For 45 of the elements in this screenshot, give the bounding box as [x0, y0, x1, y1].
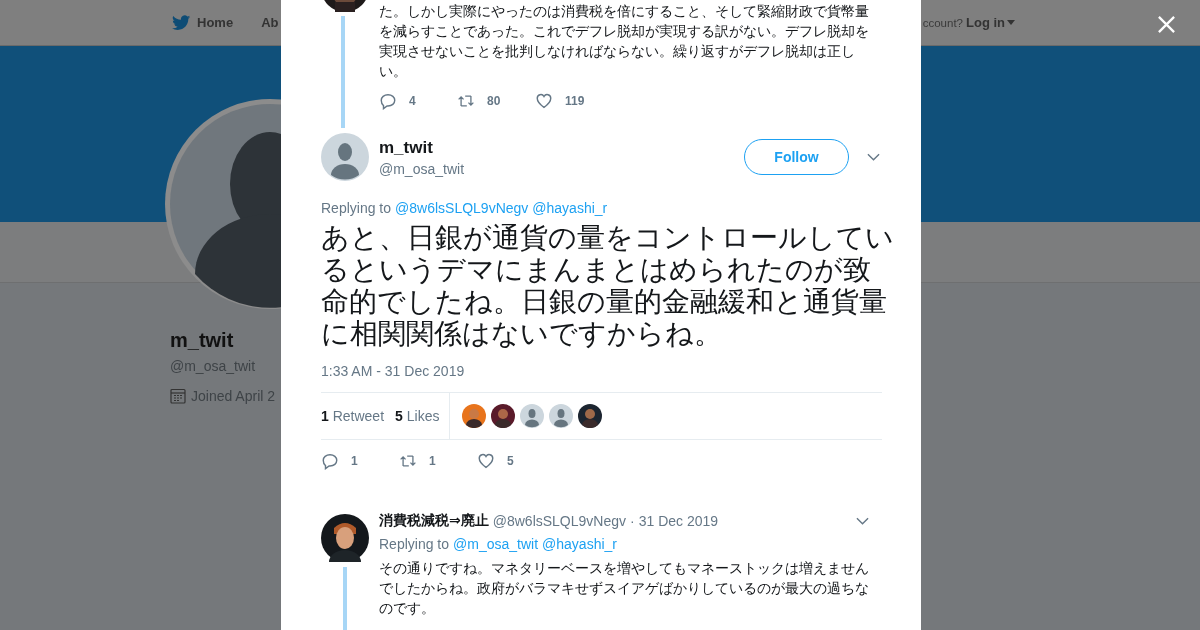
action-count: 5: [507, 454, 514, 468]
follow-button[interactable]: Follow: [744, 139, 849, 175]
account-prompt: ccount?: [922, 16, 963, 29]
user-handle[interactable]: @8w6lsSLQL9vNegv: [492, 513, 626, 529]
bird-icon: [172, 14, 191, 31]
tweet-date[interactable]: 31 Dec 2019: [638, 513, 719, 529]
profile-name: m_twit: [170, 329, 234, 352]
login-link[interactable]: Log in: [966, 15, 1015, 30]
action-count: 4: [409, 94, 416, 108]
user-name[interactable]: m_twit: [379, 137, 465, 158]
action-count: 119: [565, 94, 585, 108]
home-link[interactable]: Home: [172, 14, 234, 31]
caret-icon: [1007, 20, 1015, 25]
action-count: 80: [487, 94, 501, 108]
replying-label: Replying to: [321, 200, 392, 216]
action-count: 1: [351, 454, 358, 468]
action-count: 1: [429, 454, 436, 468]
retweet-icon[interactable]: [399, 452, 417, 470]
stat-link[interactable]: 5 Likes: [395, 408, 440, 424]
reply-icon[interactable]: [379, 92, 397, 110]
mention-link[interactable]: @hayashi_r: [542, 536, 617, 552]
default-avatar-icon: [549, 404, 574, 428]
chevron-down-icon[interactable]: [856, 517, 869, 525]
mention-link[interactable]: @8w6lsSLQL9vNegv: [395, 200, 529, 216]
close-icon[interactable]: [1157, 15, 1176, 34]
nav-link[interactable]: Ab: [261, 15, 279, 30]
default-avatar-icon: [321, 133, 369, 181]
reply-icon[interactable]: [321, 452, 339, 470]
user-handle[interactable]: @m_osa_twit: [379, 160, 465, 177]
calendar-icon: [170, 388, 186, 404]
chevron-down-icon[interactable]: [867, 153, 880, 161]
tweet-text: その通りですね。マネタリーベースを増やしてもマネーストックは増えませんでしたからね。政府がバラマキせずスイアゲばかりしているのが最大の過ちなのです。: [379, 559, 870, 618]
tweet-text: あと、日銀が通貨の量をコントロールしているというデマにまんまとはめられたのが致命的でしたね。日銀の量的金融緩和と通貨量に相関関係はないですからね。: [321, 222, 895, 350]
tweet-timestamp: 1:33 AM - 31 Dec 2019: [321, 363, 466, 379]
heart-icon[interactable]: [535, 92, 553, 110]
stat-link[interactable]: 1 Retweet: [321, 408, 385, 424]
replying-label: Replying to: [379, 536, 450, 552]
tweet-text: た。しかし実際にやったのは消費税を倍にすること、そして緊縮財政で貨幣量を減らすことであった。これでデフレ脱却が実現する訳がない。デフレ脱却を実現させないことを批判しなければならない。繰り返すがデフレ脱却は正しい。: [379, 2, 870, 81]
user-name[interactable]: 消費税減税⇒廃止: [379, 512, 489, 530]
separator-dot: ·: [630, 513, 635, 529]
mention-link[interactable]: @hayashi_r: [532, 200, 608, 216]
retweet-icon[interactable]: [457, 92, 475, 110]
mention-link[interactable]: @m_osa_twit: [453, 536, 539, 552]
heart-icon[interactable]: [477, 452, 495, 470]
default-avatar-icon: [520, 404, 545, 428]
